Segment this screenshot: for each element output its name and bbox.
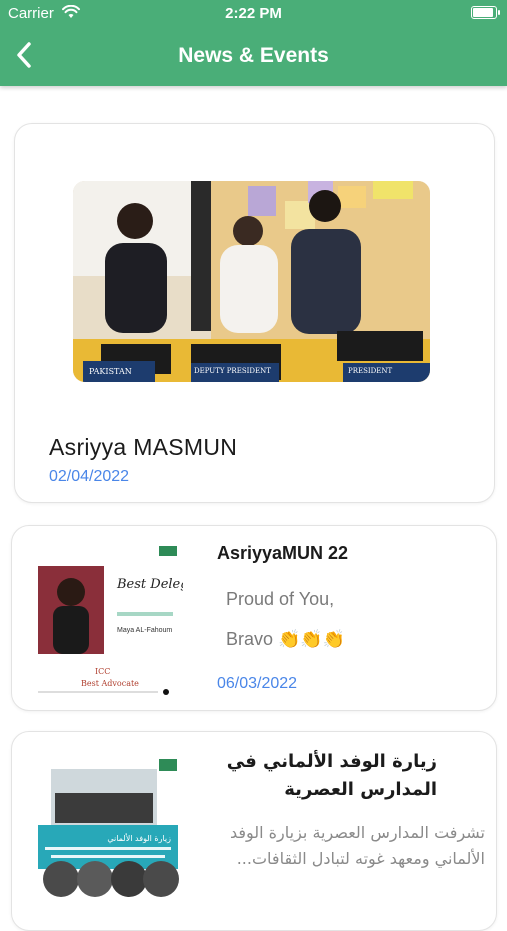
app-header: Carrier 2:22 PM News & Events [0, 0, 507, 86]
news-date-2: 06/03/2022 [217, 675, 298, 692]
thumb-award: Best Advocate [81, 679, 139, 688]
news-title-1: Asriyya MASMUN [49, 434, 238, 460]
clock: 2:22 PM [225, 5, 282, 22]
page-title: News & Events [178, 44, 329, 67]
battery-icon [471, 6, 500, 19]
thumb-heading: Best Delegate! [116, 577, 183, 592]
image-label-left: PAKISTAN [89, 367, 132, 376]
status-bar: Carrier 2:22 PM [0, 0, 507, 28]
news-text-line-2: Bravo 👏👏👏 [226, 629, 346, 649]
news-card-3[interactable]: زيارة الوفد الألماني زيارة الوفد الألمان… [11, 731, 497, 931]
news-body-3: تشرفت المدارس العصرية بزيارة الوفد الألم… [229, 823, 485, 868]
thumb-committee: ICC [95, 667, 110, 676]
thumb3-heading: زيارة الوفد الألماني [107, 833, 171, 843]
news-card-1[interactable]: PAKISTAN DEPUTY PRESIDENT PRESIDENT Asri… [14, 123, 495, 503]
news-image-2: Best Delegate! Maya AL-Fahoum ICC Best A… [33, 540, 214, 700]
news-title-3: زيارة الوفد الألماني في المدارس العصرية [226, 751, 437, 800]
image-label-right: PRESIDENT [348, 367, 392, 375]
thumb-name: Maya AL-Fahoum [117, 627, 172, 634]
news-date-1: 02/04/2022 [49, 468, 130, 485]
news-image-3: زيارة الوفد الألماني [33, 749, 183, 919]
news-image-1: PAKISTAN DEPUTY PRESIDENT PRESIDENT [73, 181, 430, 382]
news-card-2[interactable]: Best Delegate! Maya AL-Fahoum ICC Best A… [11, 525, 497, 711]
image-label-middle: DEPUTY PRESIDENT [194, 367, 271, 375]
news-title-2: AsriyyaMUN 22 [217, 543, 349, 563]
news-text-line-1: Proud of You, [226, 589, 335, 609]
